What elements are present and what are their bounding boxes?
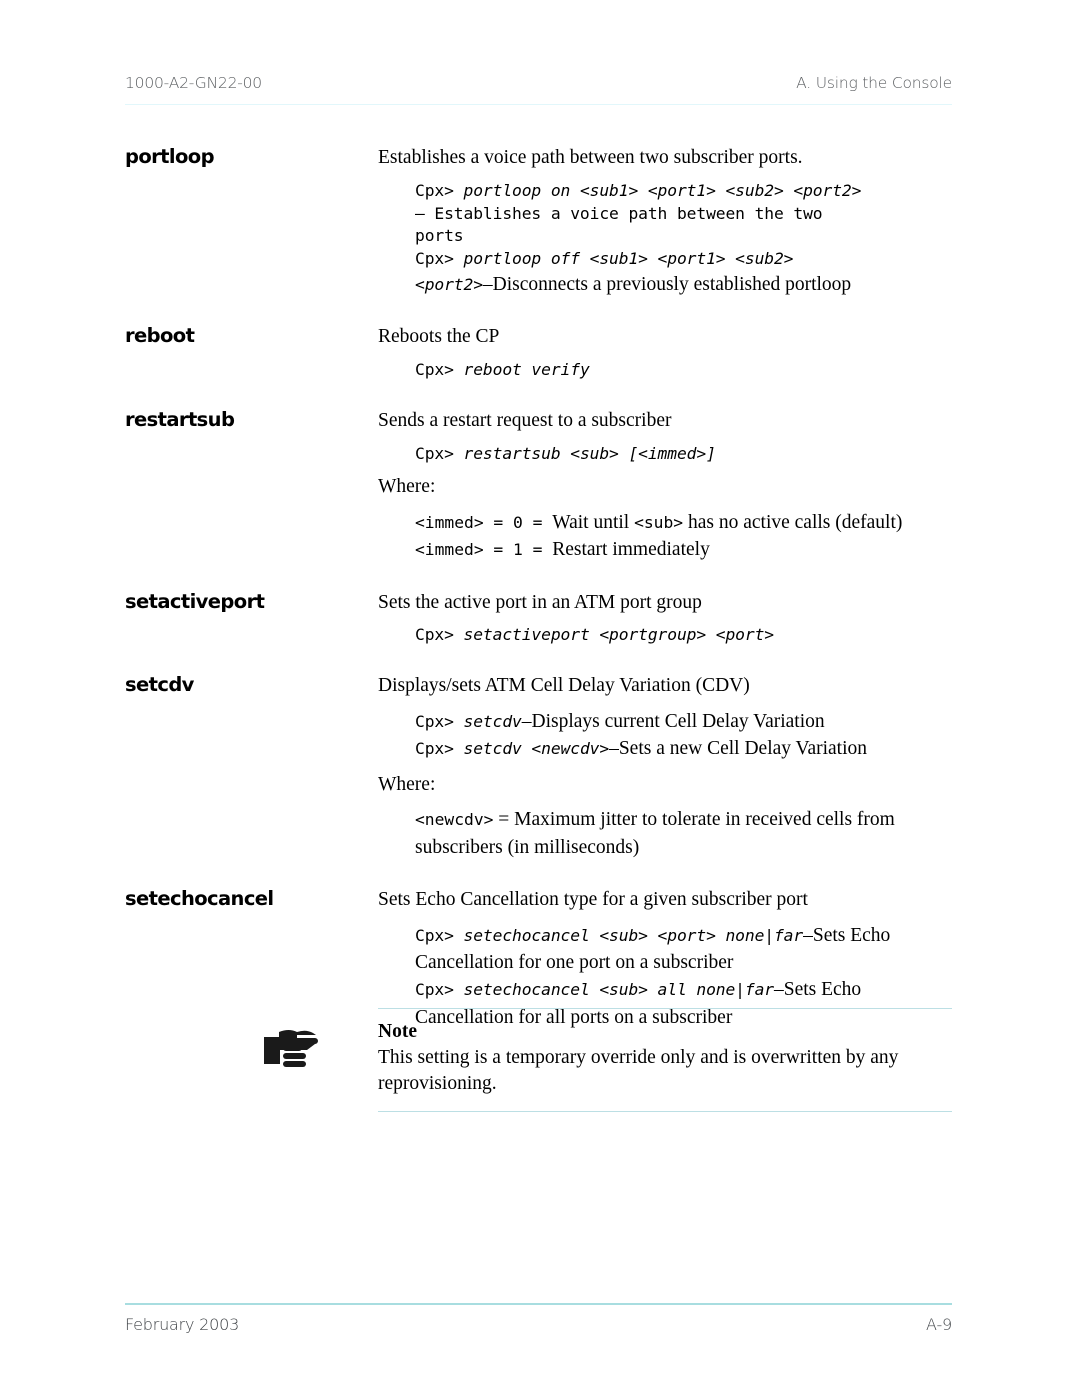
command-examples: Cpx> reboot verify [415, 359, 952, 382]
command-term: reboot [125, 324, 195, 348]
note-body: Note This setting is a temporary overrid… [378, 1020, 952, 1096]
example-line: Cpx> portloop off <sub1> <port1> <sub2> [415, 249, 794, 269]
note-text: This setting is a temporary override onl… [378, 1046, 899, 1094]
example-line: Cpx> reboot verify [415, 360, 590, 380]
command-entry-portloop: portloop Establishes a voice path betwee… [0, 145, 1080, 298]
command-description: Establishes a voice path between two sub… [378, 147, 803, 168]
command-entry-setcdv: setcdv Displays/sets ATM Cell Delay Vari… [0, 673, 1080, 861]
document-page: 1000-A2-GN22-00 A. Using the Console por… [0, 0, 1080, 1397]
command-description: Displays/sets ATM Cell Delay Variation (… [378, 675, 750, 697]
example-line: ports [415, 226, 464, 246]
example-line: Cpx> restartsub <sub> [<immed>] [415, 443, 716, 463]
command-term: portloop [125, 145, 215, 168]
pointing-hand-icon [262, 1028, 324, 1072]
example-line: Cpx> setcdv–Displays current Cell Delay … [415, 710, 825, 732]
header-section-title: A. Using the Console [796, 74, 952, 92]
definition-line: <newcdv> = Maximum jitter to tolerate in… [415, 809, 900, 858]
footer-page-number: A-9 [926, 1315, 952, 1334]
note-top-rule [378, 1008, 952, 1010]
header-doc-number: 1000-A2-GN22-00 [125, 74, 262, 92]
where-label: Where: [378, 476, 436, 498]
command-examples: Cpx> restartsub <sub> [<immed>] [415, 443, 952, 466]
example-line: Cancellation for one port on a subscribe… [415, 951, 734, 973]
command-examples: Cpx> setactiveport <portgroup> <port> [415, 624, 952, 647]
command-examples: Cpx> setcdv–Displays current Cell Delay … [415, 708, 952, 763]
command-entry-restartsub: restartsub Sends a restart request to a … [0, 408, 1080, 564]
where-label: Where: [378, 773, 436, 795]
definition-line: <immed> = 1 = Restart immediately [415, 539, 710, 561]
page-header: 1000-A2-GN22-00 A. Using the Console [125, 74, 952, 92]
command-description: Sets Echo Cancellation type for a given … [378, 888, 808, 910]
command-term: restartsub [125, 407, 235, 431]
example-line: Cpx> setechocancel <sub> all none|far–Se… [415, 979, 862, 1001]
command-term: setactiveport [125, 589, 265, 613]
command-description: Sends a restart request to a subscriber [378, 409, 672, 431]
example-line: Cpx> setactiveport <portgroup> <port> [415, 625, 774, 645]
note-title: Note [378, 1021, 417, 1042]
header-rule [125, 104, 952, 106]
example-line: <port2>–Disconnects a previously establi… [415, 273, 852, 295]
command-examples: Cpx> setechocancel <sub> <port> none|far… [415, 922, 952, 1031]
command-entry-reboot: reboot Reboots the CP Cpx> reboot verify [0, 324, 1080, 382]
command-term: setechocancel [125, 886, 274, 910]
footer-rule [125, 1303, 952, 1305]
page-content: portloop Establishes a voice path betwee… [0, 145, 1080, 1031]
example-line: – Establishes a voice path between the t… [415, 203, 823, 223]
command-term: setcdv [125, 673, 194, 697]
page-footer: February 2003 A-9 [125, 1315, 952, 1334]
footer-date: February 2003 [125, 1315, 240, 1334]
command-entry-setactiveport: setactiveport Sets the active port in an… [0, 590, 1080, 648]
command-examples: Cpx> portloop on <sub1> <port1> <sub2> <… [415, 180, 952, 299]
command-description: Sets the active port in an ATM port grou… [378, 591, 702, 613]
note-bottom-rule [378, 1111, 952, 1113]
example-line: Cpx> portloop on <sub1> <port1> <sub2> <… [415, 180, 862, 200]
example-line: Cpx> setechocancel <sub> <port> none|far… [415, 924, 891, 946]
example-line: Cpx> setcdv <newcdv>–Sets a new Cell Del… [415, 738, 868, 760]
definition-line: <immed> = 0 = Wait until <sub> has no ac… [415, 512, 903, 534]
command-description: Reboots the CP [378, 326, 500, 348]
